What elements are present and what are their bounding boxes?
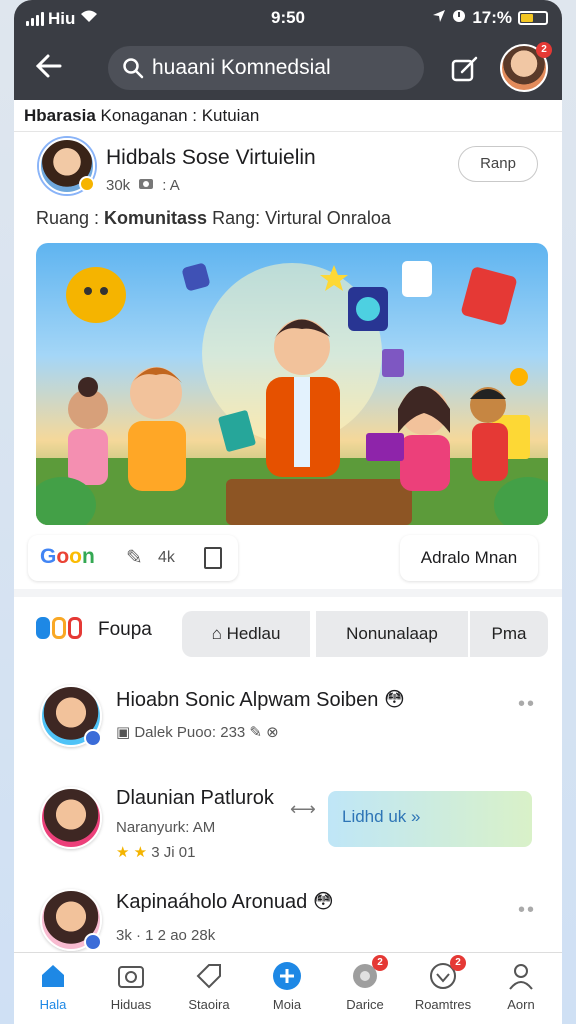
app-screen: Hiu 9:50 17:% huaani Komnedsial 2 Hbaras… <box>14 0 562 1024</box>
add-button[interactable]: Adralo Mnan <box>400 535 538 581</box>
compose-icon[interactable] <box>450 54 480 84</box>
verified-icon <box>84 729 102 747</box>
home-icon <box>38 961 68 991</box>
nav-moia[interactable]: Moia <box>248 961 326 1012</box>
nav-aorn[interactable]: Aorn <box>482 961 560 1012</box>
tab-pma[interactable]: Pma <box>470 611 548 657</box>
reaction-count: 4k <box>158 549 175 566</box>
member-list: Hioabn Sonic Alpwam Soiben 😳 ▣ Dalek Puo… <box>14 665 562 983</box>
alarm-icon <box>452 8 466 28</box>
profile-icon <box>506 961 536 991</box>
chevron-right-icon: » <box>411 807 421 826</box>
search-icon <box>123 58 144 79</box>
desc-bold: Komunitass <box>104 208 208 228</box>
heart-icon: 2 <box>428 955 466 991</box>
tag-icon <box>194 961 224 991</box>
nav-darice[interactable]: 2 Darice <box>326 955 404 1012</box>
post-header: Hidbals Sose Virtuielin 30k : A Ranp <box>36 132 540 208</box>
list-item-meta: Naranyurk: AM <box>116 819 216 836</box>
tab-hedlau[interactable]: ⌂ Hedlau <box>182 611 310 657</box>
search-text: huaani Komnedsial <box>152 56 331 79</box>
group-tabs: Foupa ⌂ Hedlau Nonunalaap Pma <box>14 597 562 665</box>
star-icon: ★ ★ <box>116 844 148 861</box>
post-actions: Goon ✎ 4k Adralo Mnan <box>28 525 540 589</box>
more-icon[interactable]: •• <box>518 693 536 716</box>
post-author-avatar[interactable] <box>39 138 95 194</box>
verified-icon <box>79 176 95 192</box>
more-icon[interactable]: •• <box>518 899 536 922</box>
camera-icon <box>138 176 154 194</box>
desc-prefix: Ruang : <box>36 208 105 228</box>
battery-icon <box>518 11 548 25</box>
avatar <box>40 685 102 747</box>
reaction-bar: Goon ✎ 4k <box>28 535 238 581</box>
rating: ★ ★ 3 Ji 01 <box>116 844 196 861</box>
top-header: huaani Komnedsial 2 <box>14 36 562 100</box>
list-item-meta: 3k · 1 2 ao 28k <box>116 927 216 944</box>
list-item-title: Dlaunian Patlurok <box>116 787 274 809</box>
breadcrumb-path: Konaganan : Kutuian <box>95 106 260 125</box>
tab-nonunalaap[interactable]: Nonunalaap <box>316 611 468 657</box>
post-description: Ruang : Komunitass Rang: Virtural Onralo… <box>36 208 540 243</box>
notification-badge: 2 <box>450 955 466 971</box>
list-item[interactable]: Dlaunian Patlurok Naranyurk: AM ★ ★ 3 Ji… <box>14 769 562 869</box>
list-item[interactable]: Hioabn Sonic Alpwam Soiben 😳 ▣ Dalek Puo… <box>14 665 562 765</box>
emoji-icon: 😳 <box>383 689 405 711</box>
desc-suffix: Rang: Virtural Onraloa <box>207 208 391 228</box>
promo-banner[interactable]: Lidhd uk » <box>328 791 532 847</box>
swap-arrow-icon: ⟷ <box>290 799 316 819</box>
status-bar: Hiu 9:50 17:% <box>14 0 562 36</box>
bottom-nav: Hala Hiduas Staoira Moia 2 Darice 2 Roam… <box>14 952 562 1024</box>
location-icon <box>432 8 446 28</box>
breadcrumb: Hbarasia Konaganan : Kutuian <box>14 100 562 132</box>
nav-staoira[interactable]: Staoira <box>170 961 248 1012</box>
breadcrumb-title: Hbarasia <box>24 106 96 125</box>
battery-percent: 17:% <box>472 8 512 27</box>
back-arrow-icon[interactable] <box>34 52 62 86</box>
groups-label: Foupa <box>98 619 152 640</box>
verified-icon <box>84 933 102 951</box>
edit-icon[interactable]: ✎ <box>126 545 143 570</box>
status-right: 17:% <box>432 8 548 28</box>
post-member-count: 30k <box>106 176 131 194</box>
plus-icon <box>272 961 302 991</box>
reactions-icon[interactable]: Goon <box>40 545 95 569</box>
tab-label: Hedlau <box>226 624 281 643</box>
post-illustration[interactable] <box>36 243 548 525</box>
emoji-icon: 😳 <box>312 891 334 913</box>
join-button[interactable]: Ranp <box>458 146 538 182</box>
home-outline-icon: ⌂ <box>211 624 227 643</box>
nav-hiduas[interactable]: Hiduas <box>92 961 170 1012</box>
post-card: Hidbals Sose Virtuielin 30k : A Ranp Rua… <box>14 132 562 589</box>
nav-home[interactable]: Hala <box>14 961 92 1012</box>
list-item-title: Hioabn Sonic Alpwam Soiben 😳 <box>116 689 405 711</box>
list-item-title: Kapinaáholo Aronuad 😳 <box>116 891 334 913</box>
avatar <box>40 889 102 951</box>
camera-icon <box>116 961 146 991</box>
notification-badge: 2 <box>536 42 552 58</box>
nav-roamtres[interactable]: 2 Roamtres <box>404 955 482 1012</box>
groups-logo-icon <box>36 617 82 639</box>
globe-icon: 2 <box>350 955 388 991</box>
post-title[interactable]: Hidbals Sose Virtuielin <box>106 146 316 170</box>
post-meta-tag: : A <box>162 176 180 194</box>
list-item-meta: ▣ Dalek Puoo: 233 ✎ ⊗ <box>116 724 279 741</box>
notification-badge: 2 <box>372 955 388 971</box>
bookmark-icon[interactable] <box>204 547 222 569</box>
search-input[interactable]: huaani Komnedsial <box>108 46 424 90</box>
avatar <box>40 787 102 849</box>
post-meta: 30k : A <box>106 176 180 194</box>
